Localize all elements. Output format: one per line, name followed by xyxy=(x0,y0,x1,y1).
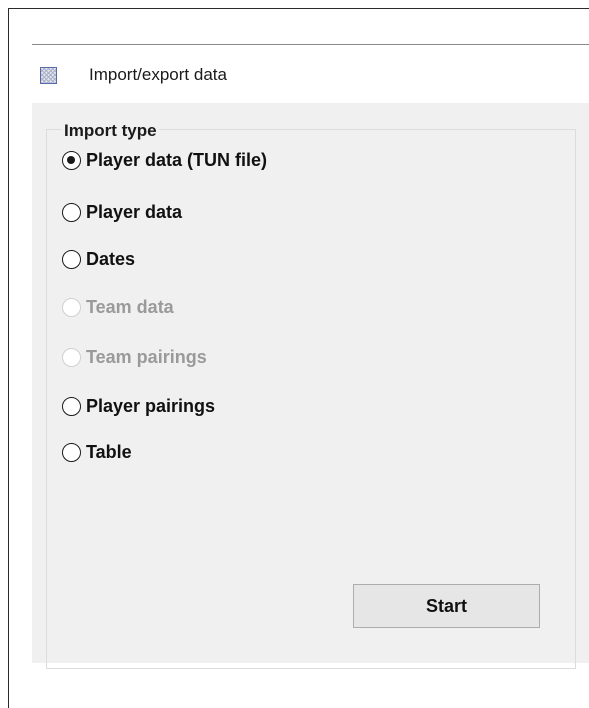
radio-button-icon xyxy=(62,347,81,367)
radio-table[interactable]: Table xyxy=(62,440,132,464)
import-type-label: Import type xyxy=(62,121,159,141)
radio-button-icon[interactable] xyxy=(62,442,81,462)
app-icon xyxy=(40,67,57,84)
radio-label: Player pairings xyxy=(86,395,216,416)
radio-player-pairings[interactable]: Player pairings xyxy=(62,394,215,418)
start-button[interactable]: Start xyxy=(353,584,540,628)
radio-button-icon[interactable] xyxy=(62,249,81,269)
import-export-window: Import/export data Import type Player da… xyxy=(32,44,589,685)
radio-player-data[interactable]: Player data xyxy=(62,200,182,224)
dialog-client-area: Import type Player data (TUN file) Playe… xyxy=(32,103,589,669)
radio-label: Dates xyxy=(86,248,136,269)
radio-label: Player data (TUN file) xyxy=(86,149,268,170)
radio-player-data-tun[interactable]: Player data (TUN file) xyxy=(62,148,267,172)
radio-button-icon[interactable] xyxy=(62,396,81,416)
title-bar: Import/export data xyxy=(32,45,589,103)
radio-label: Table xyxy=(86,441,132,462)
radio-label: Player data xyxy=(86,201,183,222)
window-title: Import/export data xyxy=(89,65,227,84)
radio-team-data: Team data xyxy=(62,295,174,319)
radio-team-pairings: Team pairings xyxy=(62,345,207,369)
radio-dates[interactable]: Dates xyxy=(62,247,135,271)
radio-button-icon[interactable] xyxy=(62,150,81,170)
radio-button-icon[interactable] xyxy=(62,202,81,222)
radio-label: Team data xyxy=(86,296,174,317)
radio-label: Team pairings xyxy=(86,346,207,367)
radio-button-icon xyxy=(62,297,81,317)
